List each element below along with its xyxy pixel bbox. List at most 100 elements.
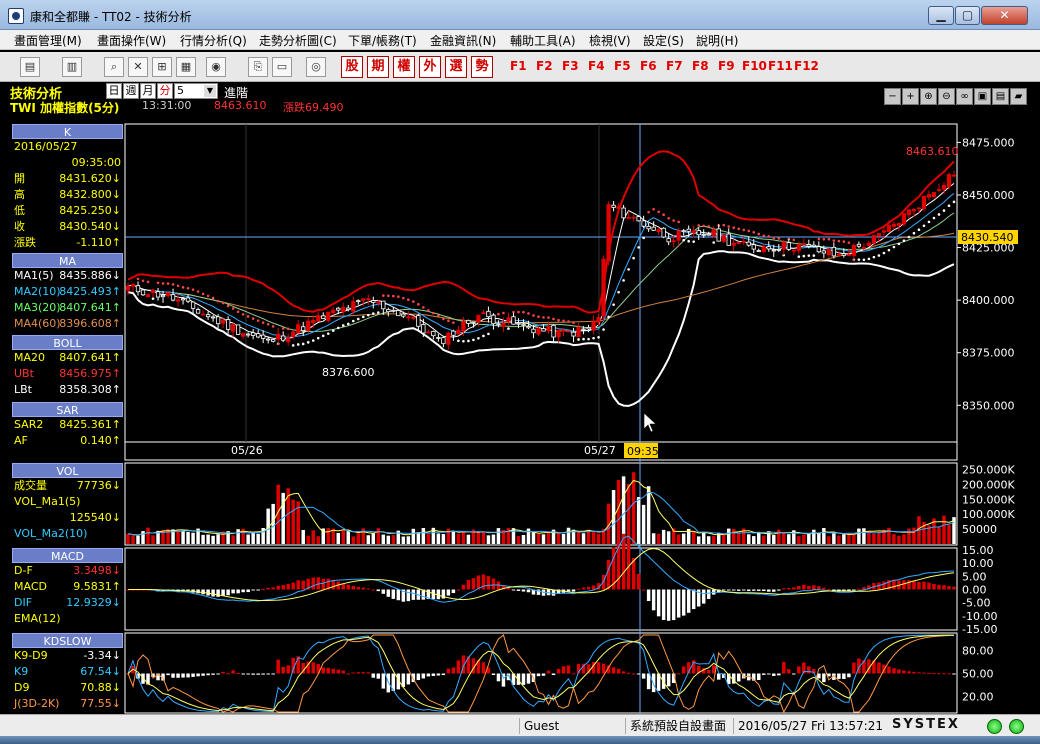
macd-histogram-bar [371, 589, 376, 591]
grid-icon[interactable]: ⊞ [152, 57, 172, 77]
zoom-in-icon[interactable]: ⊕ [920, 88, 937, 105]
candle-body [316, 315, 321, 322]
period-week-button[interactable]: 週 [123, 83, 139, 99]
kd-histogram-bar [566, 665, 571, 674]
sar-dot [552, 317, 555, 321]
expand-icon[interactable]: + [902, 88, 919, 105]
menu-settings[interactable]: 設定(S) [643, 32, 684, 49]
magnifier-icon[interactable]: ⌕ [104, 57, 124, 77]
delete-icon[interactable]: ✕ [128, 57, 148, 77]
f11-button[interactable]: F11 [768, 59, 793, 73]
print-icon[interactable]: ▤ [992, 88, 1009, 105]
menu-order[interactable]: 下單/帳務(T) [348, 32, 417, 49]
select-button[interactable]: 選 [445, 56, 467, 78]
sar-dot [857, 258, 861, 261]
zoom-out-icon[interactable]: ⊖ [938, 88, 955, 105]
kd-histogram-bar [927, 672, 931, 674]
vol-bar [731, 529, 736, 544]
chart-type-icon[interactable]: ▤ [20, 57, 40, 77]
candle-body [391, 309, 396, 312]
candle-body [941, 184, 947, 190]
candle-body [326, 311, 331, 321]
sar-dot [732, 226, 736, 230]
candle-body [756, 250, 761, 252]
macd-histogram-bar [912, 581, 916, 590]
menu-screen-op[interactable]: 畫面操作(W) [97, 32, 166, 49]
foreign-button[interactable]: 外 [419, 56, 441, 78]
f10-button[interactable]: F10 [742, 59, 767, 73]
ma20-line [127, 212, 955, 333]
menu-tools[interactable]: 輔助工具(A) [510, 32, 576, 49]
coin-icon[interactable]: ◉ [206, 57, 226, 77]
f7-button[interactable]: F7 [666, 59, 683, 73]
price-tick-label: 8375.000 [962, 347, 1015, 360]
kd-histogram-bar [241, 673, 245, 675]
f3-button[interactable]: F3 [562, 59, 579, 73]
sar-dot [772, 236, 776, 240]
f8-button[interactable]: F8 [692, 59, 709, 73]
menu-trend-chart[interactable]: 走勢分析圖(C) [259, 32, 337, 49]
sar-dot [316, 336, 320, 340]
futures-button[interactable]: 期 [367, 56, 389, 78]
vol-bar [381, 534, 386, 544]
vol-bar [691, 531, 696, 544]
sar-dot [341, 324, 345, 327]
menu-screen-manage[interactable]: 畫面管理(M) [14, 32, 82, 49]
table-icon[interactable]: ▦ [176, 57, 196, 77]
monitor-icon[interactable]: ▭ [272, 57, 292, 77]
kd-histogram-bar [706, 669, 711, 674]
f1-button[interactable]: F1 [510, 59, 527, 73]
vol-bar [166, 529, 170, 544]
candle-body [381, 300, 386, 310]
kd-histogram-bar [907, 671, 911, 674]
folder-icon[interactable]: ▰ [1010, 88, 1027, 105]
f4-button[interactable]: F4 [588, 59, 605, 73]
close-button[interactable]: ✕ [981, 6, 1028, 25]
collapse-icon[interactable]: − [884, 88, 901, 105]
save-icon[interactable]: ▣ [974, 88, 991, 105]
chain-icon[interactable]: ∞ [956, 88, 973, 105]
link-icon[interactable]: ⎘ [248, 57, 268, 77]
minimize-button[interactable]: ▁ [928, 6, 954, 25]
macd-histogram-bar [456, 589, 461, 591]
macd-histogram-bar [381, 589, 386, 594]
period-day-button[interactable]: 日 [106, 83, 122, 99]
price-tick-label: 8450.000 [962, 189, 1015, 202]
vol-bar [286, 488, 290, 544]
options-button[interactable]: 權 [393, 56, 415, 78]
macd-histogram-bar [902, 580, 906, 590]
f12-button[interactable]: F12 [794, 59, 819, 73]
period-minute-button[interactable]: 分 [157, 83, 173, 99]
candle-body [451, 330, 456, 336]
f6-button[interactable]: F6 [640, 59, 657, 73]
menu-help[interactable]: 說明(H) [696, 32, 738, 49]
technical-chart[interactable]: 250.000K 200.000K 150.000K 100.000K 50000 15… [0, 120, 1040, 714]
kd-histogram-bar [952, 673, 956, 675]
sar-dot [311, 339, 315, 342]
sar-dot [622, 279, 625, 282]
systex-icon[interactable]: ◎ [306, 57, 326, 77]
indicator-icon[interactable]: ▥ [62, 57, 82, 77]
interval-select[interactable]: 5 ▼ [174, 83, 218, 99]
sar-dot [807, 254, 811, 257]
sar-dot [351, 319, 355, 323]
kd-histogram-bar [281, 666, 285, 674]
period-month-button[interactable]: 月 [140, 83, 156, 99]
candle-body [496, 323, 501, 326]
macd-histogram-bar [571, 589, 576, 592]
sar-dot [181, 286, 185, 289]
macd-histogram-bar [701, 589, 706, 604]
kd-histogram-bar [431, 673, 436, 676]
maximize-button[interactable]: ▢ [955, 6, 980, 25]
vol-bar [681, 533, 686, 544]
menu-quote-analysis[interactable]: 行情分析(Q) [180, 32, 247, 49]
f9-button[interactable]: F9 [718, 59, 735, 73]
menu-view[interactable]: 檢視(V) [589, 32, 631, 49]
f2-button[interactable]: F2 [536, 59, 553, 73]
stock-button[interactable]: 股 [341, 56, 363, 78]
f5-button[interactable]: F5 [614, 59, 631, 73]
trend-button[interactable]: 勢 [471, 56, 493, 78]
status-datetime: 2016/05/27 Fri 13:57:21 [733, 718, 888, 734]
candle-body [276, 333, 281, 340]
menu-finance-info[interactable]: 金融資訊(N) [430, 32, 496, 49]
